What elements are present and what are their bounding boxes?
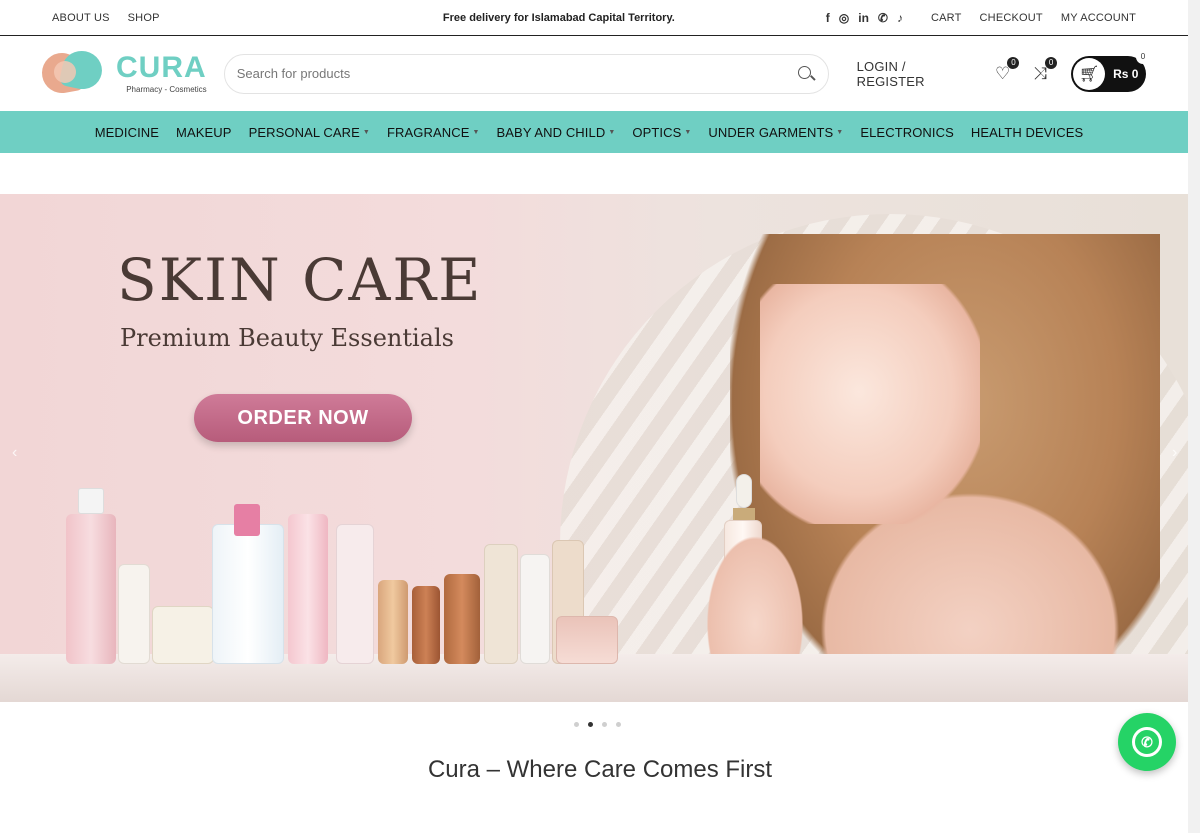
hero-subtitle: Premium Beauty Essentials [120,324,454,352]
cart-count: 0 [1136,49,1150,64]
slider-prev-arrow-icon[interactable]: ‹ [12,444,17,462]
product-serum [412,586,440,664]
main-nav: MEDICINE MAKEUP PERSONAL CARE ▼ FRAGRANCE… [0,111,1188,153]
hero-slider[interactable]: SKIN CARE Premium Beauty Essentials ORDE… [0,194,1188,702]
nav-item-makeup[interactable]: MAKEUP [176,125,232,140]
logo[interactable]: CURA Pharmacy - Cosmetics [38,46,224,99]
whatsapp-icon: ✆ [1132,727,1162,757]
nav-item-under-garments[interactable]: UNDER GARMENTS ▼ [708,125,843,140]
social-links: f ◎ in ✆ ♪ [826,11,903,25]
nav-item-personal-care[interactable]: PERSONAL CARE ▼ [249,125,370,140]
chevron-down-icon: ▼ [608,128,616,136]
nav-item-health-devices[interactable]: HEALTH DEVICES [971,125,1083,140]
chevron-down-icon: ▼ [362,128,370,136]
slider-dot[interactable] [602,722,607,727]
nav-item-optics[interactable]: OPTICS ▼ [632,125,691,140]
product-tube [484,544,518,664]
product-jar [556,616,618,664]
slider-dot-active[interactable] [588,722,593,727]
site-header: CURA Pharmacy - Cosmetics LOGIN / REGIST… [0,36,1188,111]
compare-count: 0 [1045,56,1058,69]
hero-title: SKIN CARE [117,246,483,314]
chevron-down-icon: ▼ [472,128,480,136]
logo-mark-icon [38,46,106,99]
scrollbar[interactable] [1188,0,1200,833]
order-now-button[interactable]: ORDER NOW [194,394,412,442]
product-bottle [336,524,374,664]
wishlist-button[interactable]: ♡ 0 [992,56,1020,85]
brand-tagline: Pharmacy - Cosmetics [126,85,207,94]
search-input[interactable] [236,66,796,81]
linkedin-icon[interactable]: in [858,11,869,25]
slider-dot[interactable] [616,722,621,727]
top-links-left: ABOUT US SHOP [52,12,332,24]
login-register-link[interactable]: LOGIN / REGISTER [857,59,976,89]
product-lineup [60,484,620,664]
tiktok-icon[interactable]: ♪ [897,11,903,25]
whatsapp-chat-button[interactable]: ✆ [1118,713,1176,771]
search-icon[interactable] [796,64,816,84]
nav-item-medicine[interactable]: MEDICINE [95,125,159,140]
compare-button[interactable]: ⤨ 0 [1029,56,1058,85]
checkout-link[interactable]: CHECKOUT [980,12,1043,24]
cart-amount: Rs 0 [1113,66,1139,81]
cart-button[interactable]: 🛒︎ Rs 0 0 [1071,49,1150,92]
product-bottle [288,514,328,664]
product-serum [444,574,480,664]
top-links-right: CART CHECKOUT MY ACCOUNT [931,12,1136,24]
nav-item-fragrance[interactable]: FRAGRANCE ▼ [387,125,480,140]
product-bottle [118,564,150,664]
model-face [760,284,980,524]
product-jar [152,606,214,664]
top-bar: ABOUT US SHOP Free delivery for Islamaba… [0,0,1188,36]
product-bottle [212,524,284,664]
search-bar [223,53,829,94]
wishlist-count: 0 [1007,56,1020,69]
cart-link[interactable]: CART [931,12,962,24]
product-tube [520,554,550,664]
my-account-link[interactable]: MY ACCOUNT [1061,12,1136,24]
slider-next-arrow-icon[interactable]: › [1172,444,1177,462]
announcement: Free delivery for Islamabad Capital Terr… [442,11,675,24]
slider-dot[interactable] [574,722,579,727]
instagram-icon[interactable]: ◎ [839,11,849,25]
facebook-icon[interactable]: f [826,11,830,25]
product-bottle [66,514,116,664]
nav-item-electronics[interactable]: ELECTRONICS [860,125,954,140]
shop-link[interactable]: SHOP [128,12,160,24]
brand-name: CURA [116,51,207,84]
product-serum [378,580,408,664]
section-heading: Cura – Where Care Comes First [427,756,773,783]
shuffle-icon: ⤨ [1033,63,1048,83]
slider-dots [574,722,621,727]
chevron-down-icon: ▼ [836,128,844,136]
about-us-link[interactable]: ABOUT US [52,12,110,24]
nav-item-baby-and-child[interactable]: BABY AND CHILD ▼ [497,125,616,140]
cart-icon: 🛒︎ [1073,57,1106,90]
chevron-down-icon: ▼ [684,128,692,136]
whatsapp-icon[interactable]: ✆ [878,11,888,25]
